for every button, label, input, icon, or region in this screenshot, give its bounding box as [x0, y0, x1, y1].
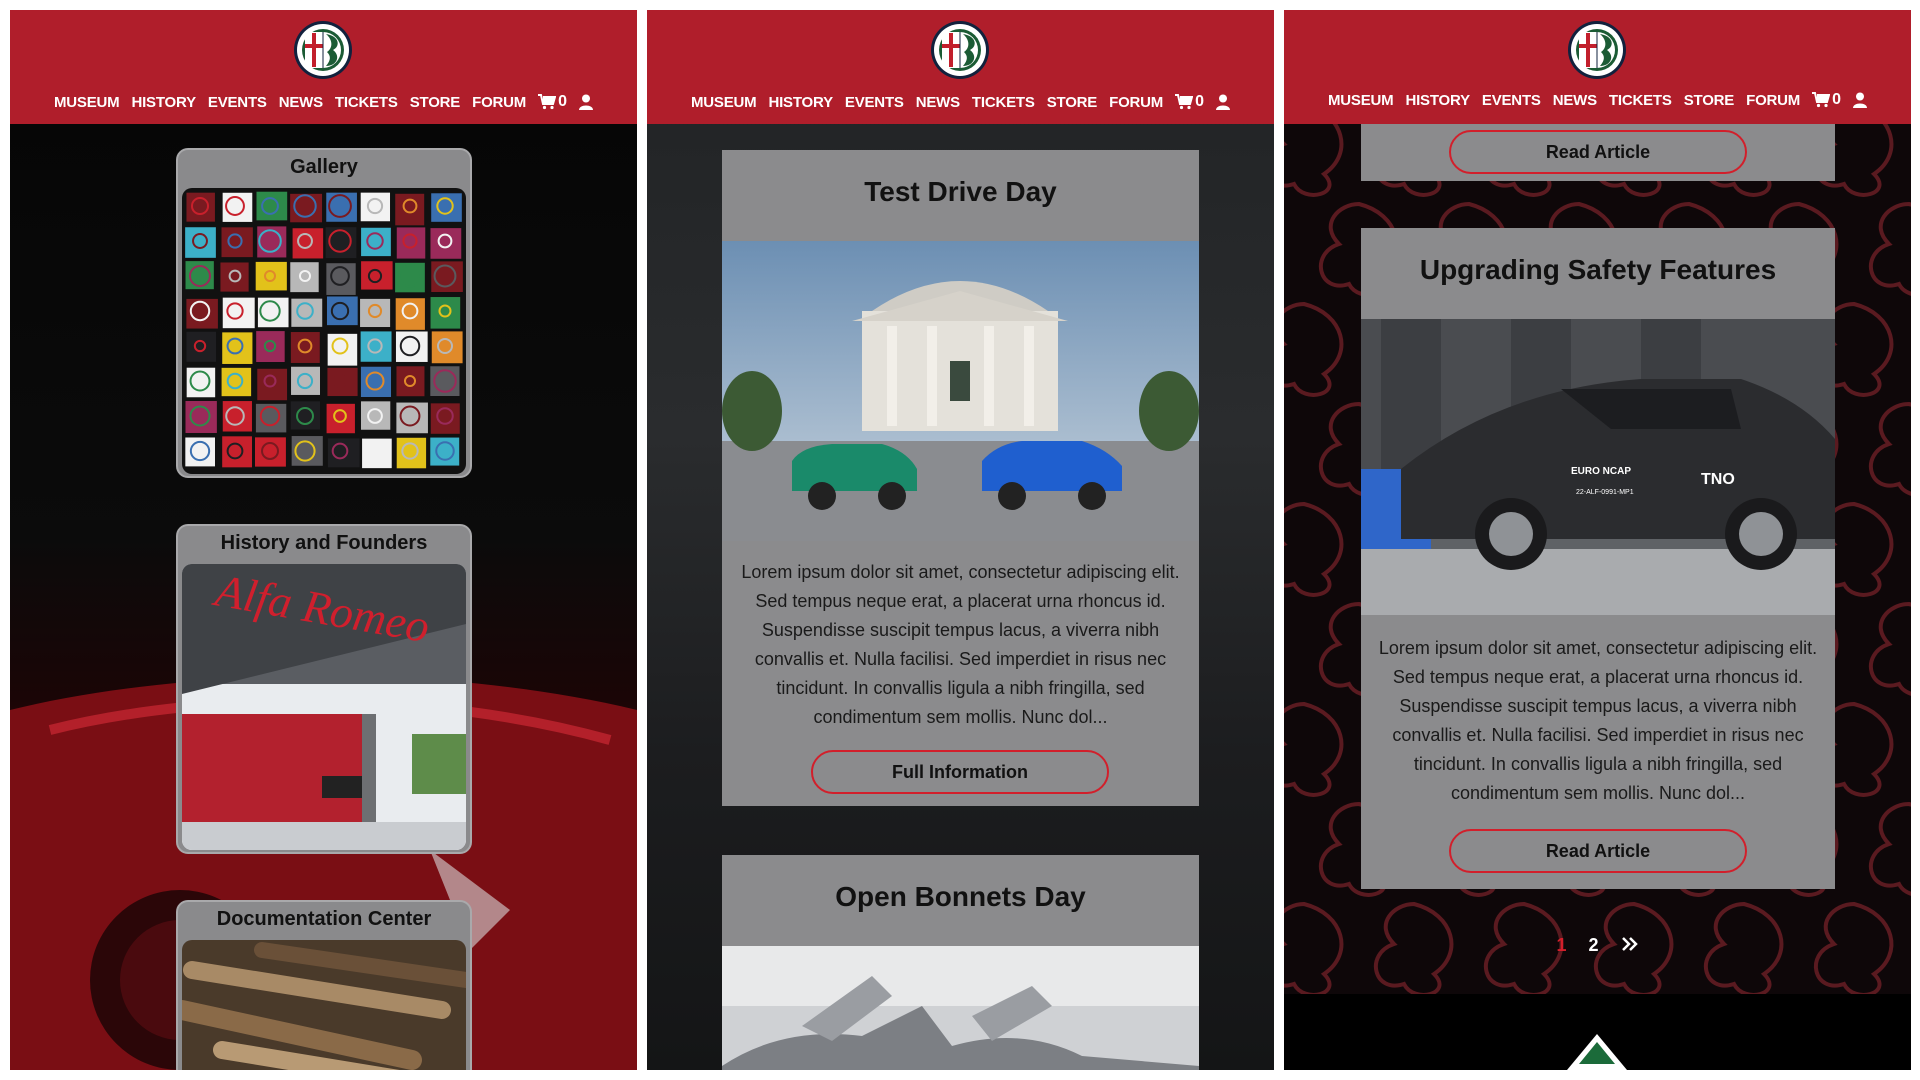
main-nav: MUSEUM HISTORY EVENTS NEWS TICKETS STORE…	[647, 92, 1274, 112]
full-information-button[interactable]: Full Information	[811, 750, 1109, 794]
history-founders-tile[interactable]: History and Founders Alfa Romeo	[176, 524, 472, 854]
events-panel: MUSEUM HISTORY EVENTS NEWS TICKETS STORE…	[647, 10, 1274, 1070]
article-image: EURO NCAP TNO 22-ALF-0991-MP1	[1361, 319, 1835, 615]
svg-text:TNO: TNO	[1701, 471, 1735, 488]
footer-logo-icon	[1567, 1034, 1627, 1070]
nav-store[interactable]: STORE	[1047, 94, 1098, 111]
nav-news[interactable]: NEWS	[1553, 92, 1597, 109]
cart-count: 0	[1832, 91, 1842, 108]
nav-tickets[interactable]: TICKETS	[972, 94, 1035, 111]
nav-news[interactable]: NEWS	[279, 94, 323, 111]
nav-tickets[interactable]: TICKETS	[335, 94, 398, 111]
double-chevron-right-icon[interactable]	[1621, 935, 1639, 953]
alfa-romeo-logo-icon[interactable]	[293, 20, 353, 80]
nav-events[interactable]: EVENTS	[845, 94, 904, 111]
alfa-romeo-logo-icon[interactable]	[1567, 20, 1627, 80]
event-title: Test Drive Day	[864, 176, 1057, 207]
site-header: MUSEUM HISTORY EVENTS NEWS TICKETS STORE…	[10, 10, 637, 124]
cart-count: 0	[558, 93, 568, 110]
tile-title: Gallery	[290, 156, 358, 178]
article-title: Upgrading Safety Features	[1419, 254, 1777, 285]
nav-forum[interactable]: FORUM	[1746, 92, 1800, 109]
gallery-mosaic	[182, 188, 466, 474]
read-article-button[interactable]: Read Article	[1449, 130, 1747, 174]
user-icon[interactable]	[1216, 94, 1231, 110]
event-image	[722, 946, 1199, 1070]
event-card: Open Bonnets Day	[722, 855, 1199, 1070]
history-image: Alfa Romeo	[182, 564, 466, 850]
nav-history[interactable]: HISTORY	[768, 94, 833, 111]
news-panel: MUSEUM HISTORY EVENTS NEWS TICKETS STORE…	[1284, 10, 1911, 1070]
documentation-center-tile[interactable]: Documentation Center	[176, 900, 472, 1070]
site-footer	[1284, 994, 1911, 1070]
site-header: MUSEUM HISTORY EVENTS NEWS TICKETS STORE…	[647, 10, 1274, 124]
nav-history[interactable]: HISTORY	[131, 94, 196, 111]
main-nav: MUSEUM HISTORY EVENTS NEWS TICKETS STORE…	[10, 92, 637, 112]
nav-history[interactable]: HISTORY	[1405, 92, 1470, 109]
documentation-image	[182, 940, 466, 1070]
nav-museum[interactable]: MUSEUM	[54, 94, 120, 111]
tile-title: History and Founders	[220, 532, 428, 554]
museum-panel: MUSEUM HISTORY EVENTS NEWS TICKETS STORE…	[10, 10, 637, 1070]
cart-icon	[538, 94, 557, 110]
svg-text:22-ALF-0991-MP1: 22-ALF-0991-MP1	[1576, 489, 1634, 496]
nav-news[interactable]: NEWS	[916, 94, 960, 111]
nav-store[interactable]: STORE	[410, 94, 461, 111]
svg-text:EURO NCAP: EURO NCAP	[1571, 466, 1631, 477]
cart-icon	[1812, 92, 1831, 108]
nav-forum[interactable]: FORUM	[1109, 94, 1163, 111]
main-nav: MUSEUM HISTORY EVENTS NEWS TICKETS STORE…	[1284, 90, 1911, 110]
nav-museum[interactable]: MUSEUM	[691, 94, 757, 111]
nav-tickets[interactable]: TICKETS	[1609, 92, 1672, 109]
user-icon[interactable]	[1853, 92, 1868, 108]
nav-store[interactable]: STORE	[1684, 92, 1735, 109]
cart-button[interactable]: 0	[538, 93, 567, 111]
user-icon[interactable]	[579, 94, 594, 110]
nav-events[interactable]: EVENTS	[208, 94, 267, 111]
nav-events[interactable]: EVENTS	[1482, 92, 1541, 109]
article-card: Upgrading Safety Features EURO NCAP TNO …	[1361, 228, 1835, 889]
event-image	[722, 241, 1199, 541]
pagination: 1 2	[1284, 935, 1911, 956]
event-description: Lorem ipsum dolor sit amet, consectetur …	[741, 562, 1180, 727]
cart-button[interactable]: 0	[1175, 93, 1204, 111]
article-description: Lorem ipsum dolor sit amet, consectetur …	[1378, 638, 1818, 803]
page-2-link[interactable]: 2	[1589, 935, 1599, 956]
site-header: MUSEUM HISTORY EVENTS NEWS TICKETS STORE…	[1284, 10, 1911, 124]
event-card: Test Drive Day Lorem ipsum dolor sit ame…	[722, 150, 1199, 806]
nav-forum[interactable]: FORUM	[472, 94, 526, 111]
cart-button[interactable]: 0	[1812, 91, 1841, 109]
tile-title: Documentation Center	[216, 908, 432, 930]
page-1-current[interactable]: 1	[1556, 935, 1566, 956]
cart-icon	[1175, 94, 1194, 110]
cart-count: 0	[1195, 93, 1205, 110]
gallery-image	[182, 188, 466, 474]
alfa-romeo-logo-icon[interactable]	[930, 20, 990, 80]
article-card-previous: Read Article	[1361, 124, 1835, 181]
nav-museum[interactable]: MUSEUM	[1328, 92, 1394, 109]
read-article-button[interactable]: Read Article	[1449, 829, 1747, 873]
gallery-tile[interactable]: Gallery	[176, 148, 472, 478]
event-title: Open Bonnets Day	[835, 881, 1086, 912]
